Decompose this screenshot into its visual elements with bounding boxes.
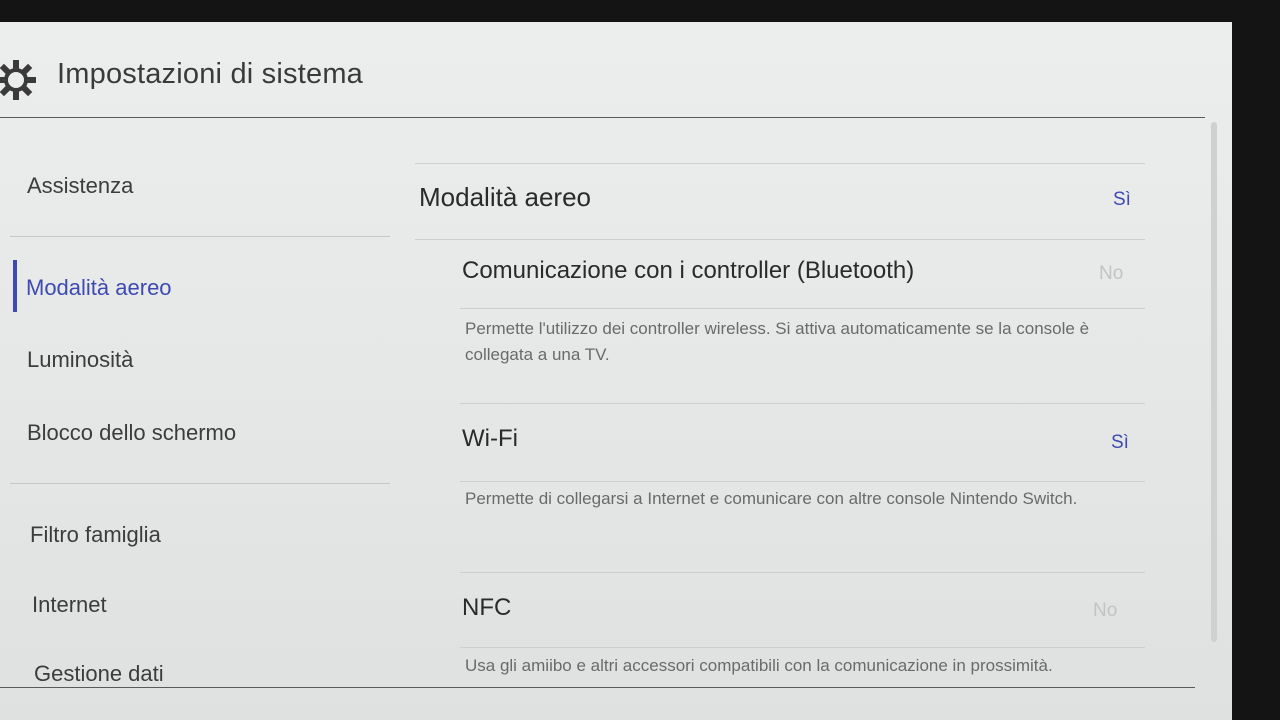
- system-settings-screen: Impostazioni di sistema Assistenza Modal…: [0, 22, 1232, 720]
- row-divider: [460, 308, 1145, 309]
- sidebar-item-gestione-dati[interactable]: Gestione dati: [34, 661, 164, 687]
- row-divider: [415, 163, 1145, 164]
- row-divider: [460, 403, 1145, 404]
- footer-divider: [0, 687, 1195, 688]
- wifi-label[interactable]: Wi-Fi: [462, 425, 518, 453]
- nfc-label[interactable]: NFC: [462, 594, 511, 622]
- row-divider: [415, 239, 1145, 240]
- bluetooth-controller-label[interactable]: Comunicazione con i controller (Bluetoot…: [462, 257, 914, 285]
- nfc-value[interactable]: No: [1093, 600, 1117, 622]
- bluetooth-controller-description: Permette l'utilizzo dei controller wirel…: [465, 319, 1090, 364]
- sidebar-divider: [10, 483, 390, 484]
- nfc-description: Usa gli amiibo e altri accessori compati…: [465, 656, 1053, 675]
- gear-icon: [0, 60, 36, 100]
- airplane-mode-value[interactable]: Sì: [1113, 189, 1131, 211]
- bluetooth-controller-value[interactable]: No: [1099, 263, 1123, 285]
- header: Impostazioni di sistema: [0, 22, 1205, 118]
- row-divider: [460, 647, 1145, 648]
- sidebar-item-blocco-schermo[interactable]: Blocco dello schermo: [27, 420, 236, 446]
- sidebar-item-assistenza[interactable]: Assistenza: [27, 173, 133, 199]
- wifi-description: Permette di collegarsi a Internet e comu…: [465, 489, 1078, 508]
- wifi-value[interactable]: Sì: [1111, 432, 1129, 454]
- page-title: Impostazioni di sistema: [57, 58, 363, 90]
- row-divider: [460, 572, 1145, 573]
- scrollbar[interactable]: [1211, 122, 1217, 642]
- row-divider: [460, 481, 1145, 482]
- sidebar-item-modalita-aereo[interactable]: Modalità aereo: [26, 275, 172, 301]
- sidebar-item-internet[interactable]: Internet: [32, 592, 107, 618]
- sidebar-divider: [10, 236, 390, 237]
- active-indicator: [13, 260, 17, 312]
- sidebar-item-luminosita[interactable]: Luminosità: [27, 347, 133, 373]
- airplane-mode-label[interactable]: Modalità aereo: [419, 182, 591, 213]
- sidebar-item-filtro-famiglia[interactable]: Filtro famiglia: [30, 522, 161, 548]
